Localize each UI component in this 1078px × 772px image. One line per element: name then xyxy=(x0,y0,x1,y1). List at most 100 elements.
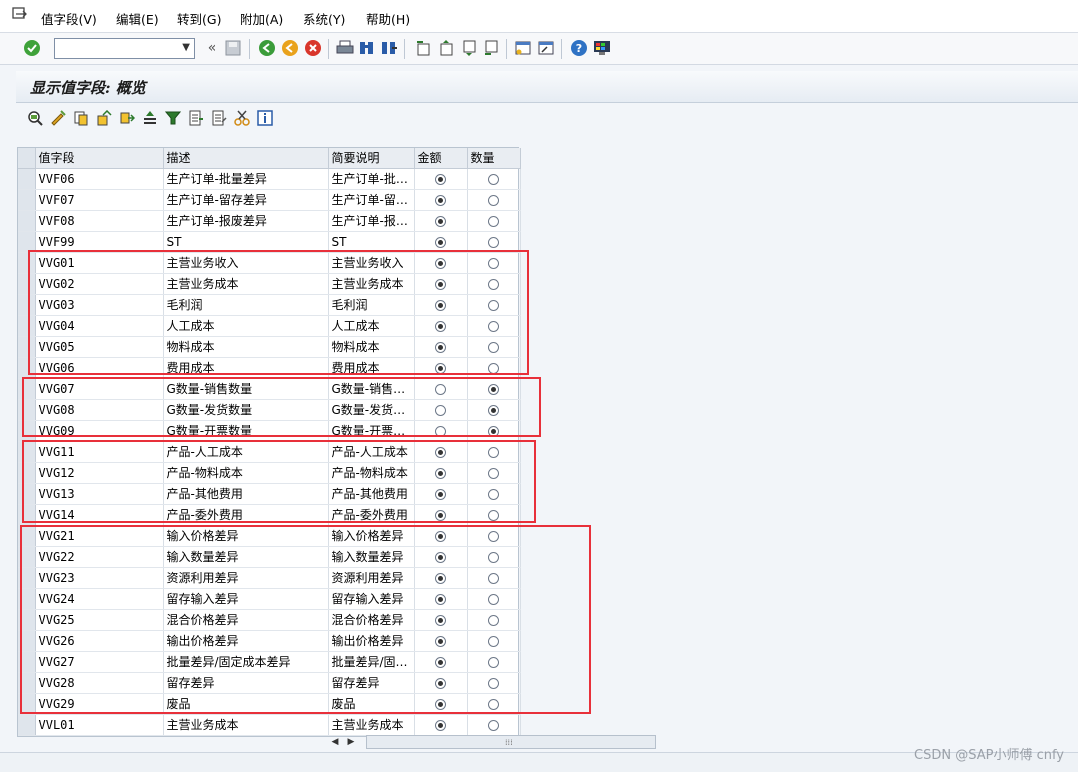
amount-radio[interactable] xyxy=(435,299,446,311)
deselect-all-icon[interactable] xyxy=(210,109,228,127)
amount-radio[interactable] xyxy=(435,488,446,500)
table-row[interactable]: VVG03 毛利润 毛利润 xyxy=(18,294,521,316)
column-header-amount[interactable]: 金额 xyxy=(414,148,468,169)
quantity-radio[interactable] xyxy=(488,572,499,584)
row-selector[interactable] xyxy=(18,714,36,736)
command-field[interactable]: ▼ xyxy=(54,38,195,59)
table-row[interactable]: VVG27 批量差异/固定成本差异 批量差异/固定… xyxy=(18,651,521,673)
row-selector[interactable] xyxy=(18,441,36,463)
table-row[interactable]: VVG24 留存输入差异 留存输入差异 xyxy=(18,588,521,610)
quantity-radio[interactable] xyxy=(488,383,499,395)
column-header-description[interactable]: 描述 xyxy=(163,148,329,169)
amount-radio[interactable] xyxy=(435,614,446,626)
amount-radio[interactable] xyxy=(435,551,446,563)
scrollbar-grip-icon[interactable]: ⁞⁞⁞ xyxy=(505,738,513,747)
amount-radio[interactable] xyxy=(435,257,446,269)
row-selector[interactable] xyxy=(18,336,36,358)
column-header-quantity[interactable]: 数量 xyxy=(467,148,521,169)
table-row[interactable]: VVG14 产品-委外费用 产品-委外费用 xyxy=(18,504,521,526)
menu-goto[interactable]: 转到(G) xyxy=(177,9,221,28)
find-next-icon[interactable] xyxy=(379,38,399,58)
row-selector[interactable] xyxy=(18,357,36,379)
dropdown-arrow-icon[interactable]: ▼ xyxy=(182,42,190,53)
next-page-icon[interactable] xyxy=(459,38,479,58)
row-selector[interactable] xyxy=(18,672,36,694)
row-selector[interactable] xyxy=(18,693,36,715)
quantity-radio[interactable] xyxy=(488,719,499,731)
row-selector[interactable] xyxy=(18,567,36,589)
amount-radio[interactable] xyxy=(435,173,446,185)
quantity-radio[interactable] xyxy=(488,320,499,332)
table-row[interactable]: VVF08 生产订单-报废差异 生产订单-报废… xyxy=(18,210,521,232)
quantity-radio[interactable] xyxy=(488,404,499,416)
new-session-icon[interactable] xyxy=(513,38,533,58)
table-row[interactable]: VVG21 输入价格差异 输入价格差异 xyxy=(18,525,521,547)
amount-radio[interactable] xyxy=(435,572,446,584)
row-selector[interactable] xyxy=(18,588,36,610)
amount-radio[interactable] xyxy=(435,320,446,332)
quantity-radio[interactable] xyxy=(488,656,499,668)
row-selector[interactable] xyxy=(18,462,36,484)
table-row[interactable]: VVG25 混合价格差异 混合价格差异 xyxy=(18,609,521,631)
table-row[interactable]: VVG01 主营业务收入 主营业务收入 xyxy=(18,252,521,274)
table-row[interactable]: VVG12 产品-物料成本 产品-物料成本 xyxy=(18,462,521,484)
column-header-short-text[interactable]: 简要说明 xyxy=(328,148,415,169)
scrollbar-track[interactable]: ⁞⁞⁞ xyxy=(366,735,656,749)
row-selector[interactable] xyxy=(18,231,36,253)
first-page-icon[interactable] xyxy=(413,38,433,58)
amount-radio[interactable] xyxy=(435,677,446,689)
table-row[interactable]: VVG08 G数量-发货数量 G数量-发货数量 xyxy=(18,399,521,421)
row-selector[interactable] xyxy=(18,609,36,631)
prev-page-icon[interactable] xyxy=(436,38,456,58)
quantity-radio[interactable] xyxy=(488,257,499,269)
quantity-radio[interactable] xyxy=(488,551,499,563)
amount-radio[interactable] xyxy=(435,341,446,353)
enter-icon[interactable] xyxy=(22,38,42,58)
select-all-icon[interactable] xyxy=(187,109,205,127)
cut-icon[interactable] xyxy=(233,109,251,127)
table-row[interactable]: VVG05 物料成本 物料成本 xyxy=(18,336,521,358)
amount-radio[interactable] xyxy=(435,593,446,605)
table-row[interactable]: VVF07 生产订单-留存差异 生产订单-留存… xyxy=(18,189,521,211)
amount-radio[interactable] xyxy=(435,509,446,521)
quantity-radio[interactable] xyxy=(488,215,499,227)
amount-radio[interactable] xyxy=(435,635,446,647)
move-icon[interactable] xyxy=(118,109,136,127)
amount-radio[interactable] xyxy=(435,656,446,668)
amount-radio[interactable] xyxy=(435,362,446,374)
column-header-value-field[interactable]: 值字段 xyxy=(35,148,164,169)
quantity-radio[interactable] xyxy=(488,341,499,353)
table-row[interactable]: VVG26 输出价格差异 输出价格差异 xyxy=(18,630,521,652)
info-icon[interactable] xyxy=(256,109,274,127)
row-selector[interactable] xyxy=(18,546,36,568)
quantity-radio[interactable] xyxy=(488,299,499,311)
amount-radio[interactable] xyxy=(435,278,446,290)
collapse-icon[interactable]: « xyxy=(202,38,222,58)
row-selector[interactable] xyxy=(18,630,36,652)
quantity-radio[interactable] xyxy=(488,194,499,206)
row-selector[interactable] xyxy=(18,210,36,232)
table-row[interactable]: VVG04 人工成本 人工成本 xyxy=(18,315,521,337)
quantity-radio[interactable] xyxy=(488,488,499,500)
table-row[interactable]: VVG11 产品-人工成本 产品-人工成本 xyxy=(18,441,521,463)
amount-radio[interactable] xyxy=(435,194,446,206)
table-row[interactable]: VVG29 废品 废品 xyxy=(18,693,521,715)
table-row[interactable]: VVG22 输入数量差异 输入数量差异 xyxy=(18,546,521,568)
exit-icon[interactable] xyxy=(280,38,300,58)
menu-help[interactable]: 帮助(H) xyxy=(366,9,410,28)
last-page-icon[interactable] xyxy=(481,38,501,58)
quantity-radio[interactable] xyxy=(488,530,499,542)
filter-icon[interactable] xyxy=(164,109,182,127)
quantity-radio[interactable] xyxy=(488,278,499,290)
amount-radio[interactable] xyxy=(435,404,446,416)
shortcut-icon[interactable] xyxy=(536,38,556,58)
row-selector[interactable] xyxy=(18,504,36,526)
row-selector[interactable] xyxy=(18,273,36,295)
menu-extras[interactable]: 附加(A) xyxy=(240,9,283,28)
row-selector[interactable] xyxy=(18,168,36,190)
edit-icon[interactable] xyxy=(49,109,67,127)
row-selector[interactable] xyxy=(18,525,36,547)
quantity-radio[interactable] xyxy=(488,173,499,185)
quantity-radio[interactable] xyxy=(488,614,499,626)
display-change-icon[interactable] xyxy=(26,109,44,127)
